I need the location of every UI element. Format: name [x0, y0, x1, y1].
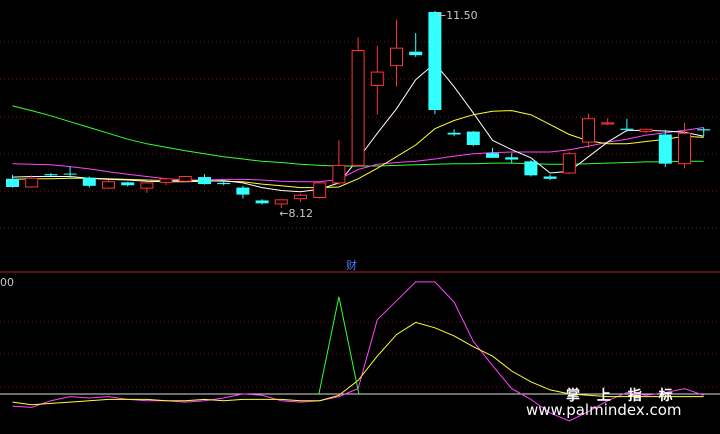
candle-body-down [409, 51, 423, 56]
candle-body-up [294, 194, 307, 200]
candle-body-down [658, 134, 672, 164]
candle-body-down [217, 182, 231, 185]
candle-body-up [274, 199, 288, 205]
indicator-top-label: 00 [0, 276, 14, 289]
candle-body-up [102, 181, 115, 189]
candle-body-down [236, 187, 250, 195]
candle-body-up [601, 122, 615, 125]
candle-body-down [82, 177, 96, 186]
candle-body-down [6, 178, 19, 187]
candle-body-down [121, 182, 135, 186]
candle-body-up [562, 153, 576, 174]
candle-body-down [524, 161, 538, 176]
candle-body-up [313, 182, 327, 199]
low-price-label: ←8.12 [279, 207, 313, 220]
candle-body-down [198, 177, 211, 185]
candle-body-up [140, 182, 154, 189]
candle-body-down [447, 132, 461, 135]
candle-body-up [370, 71, 384, 87]
high-price-label: ←11.50 [437, 9, 478, 22]
candle-body-up [159, 178, 173, 183]
candle-body-up [582, 118, 595, 143]
candle-body-down [44, 174, 58, 176]
candle-body-down [486, 153, 499, 158]
stock-chart: 00 ←11.50 ←8.12 财 掌 上 指 标 www.palmindex.… [0, 0, 720, 434]
candle-body-down [63, 173, 77, 175]
candle-body-up [178, 176, 192, 182]
candle-body-down [255, 200, 269, 204]
candle-body-down [543, 176, 557, 179]
candle-body-down [505, 157, 519, 160]
candle-body-down [428, 12, 442, 110]
candle-body-up [332, 164, 346, 184]
candle-body-up [351, 50, 365, 166]
event-marker-label: 财 [346, 258, 357, 272]
candle-body-up [25, 177, 39, 188]
candle-body-up [639, 128, 653, 133]
candle-body-down [697, 129, 711, 131]
candle-body-down [620, 128, 634, 130]
candle-body-up [390, 47, 403, 67]
candle-body-down [466, 131, 480, 145]
watermark-url: www.palmindex.com [526, 401, 682, 419]
candle-body-up [678, 132, 691, 165]
